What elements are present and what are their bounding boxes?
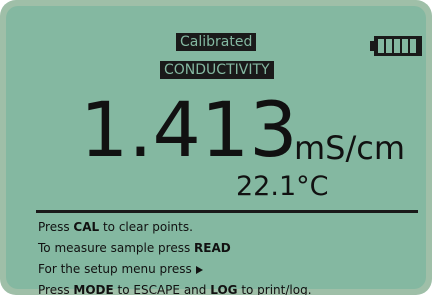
reading-value: 1.413 bbox=[80, 85, 298, 174]
battery-icon bbox=[370, 36, 422, 56]
instruction-text: To measure sample press bbox=[38, 241, 195, 255]
instruction-text: to ESCAPE and bbox=[113, 283, 211, 295]
divider bbox=[36, 210, 418, 213]
lcd-screen: Calibrated CONDUCTIVITY 1.413 mS/cm 22.1… bbox=[6, 6, 426, 295]
instruction-text: For the setup menu press bbox=[38, 262, 192, 276]
key-cal: CAL bbox=[73, 220, 100, 234]
instruction-panel: Press CAL to clear points. To measure sa… bbox=[38, 217, 418, 295]
key-mode: MODE bbox=[73, 283, 114, 295]
measurement-mode-badge: CONDUCTIVITY bbox=[160, 61, 274, 79]
instruction-line-cal: Press CAL to clear points. bbox=[38, 217, 418, 238]
instruction-text: to clear points. bbox=[99, 220, 193, 234]
instruction-line-mode-log: Press MODE to ESCAPE and LOG to print/lo… bbox=[38, 280, 418, 295]
temperature-reading: 22.1°C bbox=[236, 171, 329, 202]
right-arrow-icon bbox=[195, 265, 203, 274]
calibration-status-badge: Calibrated bbox=[176, 33, 257, 51]
instruction-text: to print/log. bbox=[237, 283, 312, 295]
instruction-text: Press bbox=[38, 220, 74, 234]
meter-frame: Calibrated CONDUCTIVITY 1.413 mS/cm 22.1… bbox=[0, 0, 432, 295]
instruction-text: Press bbox=[38, 283, 74, 295]
reading-unit: mS/cm bbox=[294, 129, 406, 167]
key-read: READ bbox=[194, 241, 231, 255]
key-log: LOG bbox=[210, 283, 238, 295]
instruction-line-setup: For the setup menu press bbox=[38, 259, 418, 280]
instruction-line-read: To measure sample press READ bbox=[38, 238, 418, 259]
